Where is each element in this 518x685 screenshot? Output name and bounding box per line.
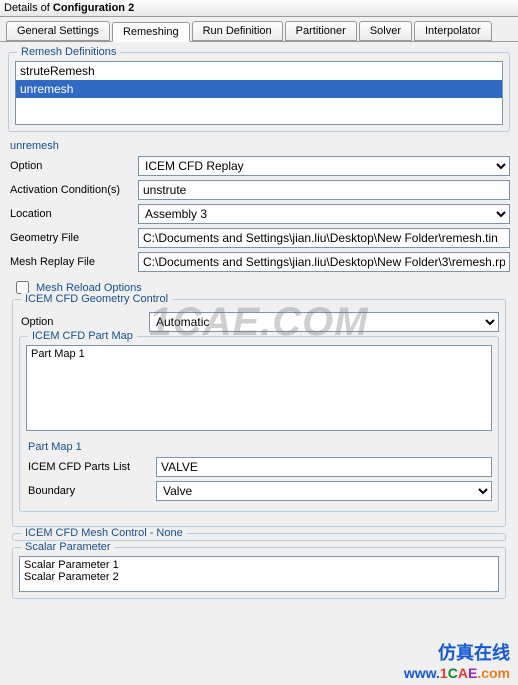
- scalar-parameter-legend: Scalar Parameter: [21, 541, 115, 553]
- mesh-replay-file-input[interactable]: [138, 252, 510, 272]
- brand-cn: 仿真在线: [404, 639, 510, 665]
- activation-input[interactable]: [138, 180, 510, 200]
- option-label: Option: [8, 160, 138, 172]
- title-bar: Details of Configuration 2: [0, 0, 518, 17]
- geom-option-row: Option Automatic: [19, 312, 499, 332]
- remesh-definitions-list[interactable]: struteRemesh unremesh: [15, 61, 503, 125]
- option-row: Option ICEM CFD Replay: [8, 156, 510, 176]
- parts-list-row: ICEM CFD Parts List: [26, 457, 492, 477]
- list-item[interactable]: struteRemesh: [16, 62, 502, 80]
- location-label: Location: [8, 208, 138, 220]
- title-prefix: Details of: [4, 2, 53, 14]
- tab-general-settings[interactable]: General Settings: [6, 21, 110, 41]
- activation-row: Activation Condition(s): [8, 180, 510, 200]
- title-config: Configuration 2: [53, 2, 134, 14]
- boundary-row: Boundary Valve: [26, 481, 492, 501]
- geometry-file-label: Geometry File: [8, 232, 138, 244]
- part-map-list[interactable]: Part Map 1: [26, 345, 492, 431]
- list-item[interactable]: unremesh: [16, 80, 502, 98]
- list-item[interactable]: Scalar Parameter 1: [24, 559, 494, 571]
- remesh-definitions-group: Remesh Definitions struteRemesh unremesh: [8, 52, 510, 132]
- activation-label: Activation Condition(s): [8, 184, 138, 196]
- location-select[interactable]: Assembly 3: [138, 204, 510, 224]
- mesh-control-legend: ICEM CFD Mesh Control - None: [21, 527, 187, 539]
- list-item[interactable]: Scalar Parameter 2: [24, 571, 494, 583]
- mesh-control-group: ICEM CFD Mesh Control - None: [12, 533, 506, 541]
- option-select[interactable]: ICEM CFD Replay: [138, 156, 510, 176]
- geometry-control-group: ICEM CFD Geometry Control Option Automat…: [12, 299, 506, 527]
- unremesh-section-title: unremesh: [10, 140, 510, 152]
- boundary-label: Boundary: [26, 485, 156, 497]
- geom-option-label: Option: [19, 316, 149, 328]
- tab-solver[interactable]: Solver: [359, 21, 412, 41]
- part-map-subsection-title: Part Map 1: [28, 441, 492, 453]
- tab-interpolator[interactable]: Interpolator: [414, 21, 492, 41]
- geometry-file-input[interactable]: [138, 228, 510, 248]
- location-row: Location Assembly 3: [8, 204, 510, 224]
- remeshing-panel: Remesh Definitions struteRemesh unremesh…: [0, 42, 518, 613]
- boundary-select[interactable]: Valve: [156, 481, 492, 501]
- tab-remeshing[interactable]: Remeshing: [112, 22, 190, 42]
- remesh-definitions-legend: Remesh Definitions: [17, 46, 120, 58]
- geometry-control-legend: ICEM CFD Geometry Control: [21, 293, 172, 305]
- mesh-replay-file-row: Mesh Replay File: [8, 252, 510, 272]
- list-item[interactable]: Part Map 1: [31, 348, 487, 360]
- mesh-reload-label: Mesh Reload Options: [36, 282, 142, 294]
- parts-list-label: ICEM CFD Parts List: [26, 461, 156, 473]
- tab-strip: General Settings Remeshing Run Definitio…: [0, 17, 518, 42]
- scalar-parameter-list[interactable]: Scalar Parameter 1 Scalar Parameter 2: [19, 556, 499, 592]
- geometry-file-row: Geometry File: [8, 228, 510, 248]
- tab-partitioner[interactable]: Partitioner: [285, 21, 357, 41]
- footer-brand: 仿真在线 www.1CAE.com: [404, 639, 510, 681]
- parts-list-input[interactable]: [156, 457, 492, 477]
- scalar-parameter-group: Scalar Parameter Scalar Parameter 1 Scal…: [12, 547, 506, 599]
- part-map-legend: ICEM CFD Part Map: [28, 330, 137, 342]
- mesh-replay-file-label: Mesh Replay File: [8, 256, 138, 268]
- tab-run-definition[interactable]: Run Definition: [192, 21, 283, 41]
- part-map-group: ICEM CFD Part Map Part Map 1 Part Map 1 …: [19, 336, 499, 512]
- geom-option-select[interactable]: Automatic: [149, 312, 499, 332]
- brand-url: www.1CAE.com: [404, 665, 510, 681]
